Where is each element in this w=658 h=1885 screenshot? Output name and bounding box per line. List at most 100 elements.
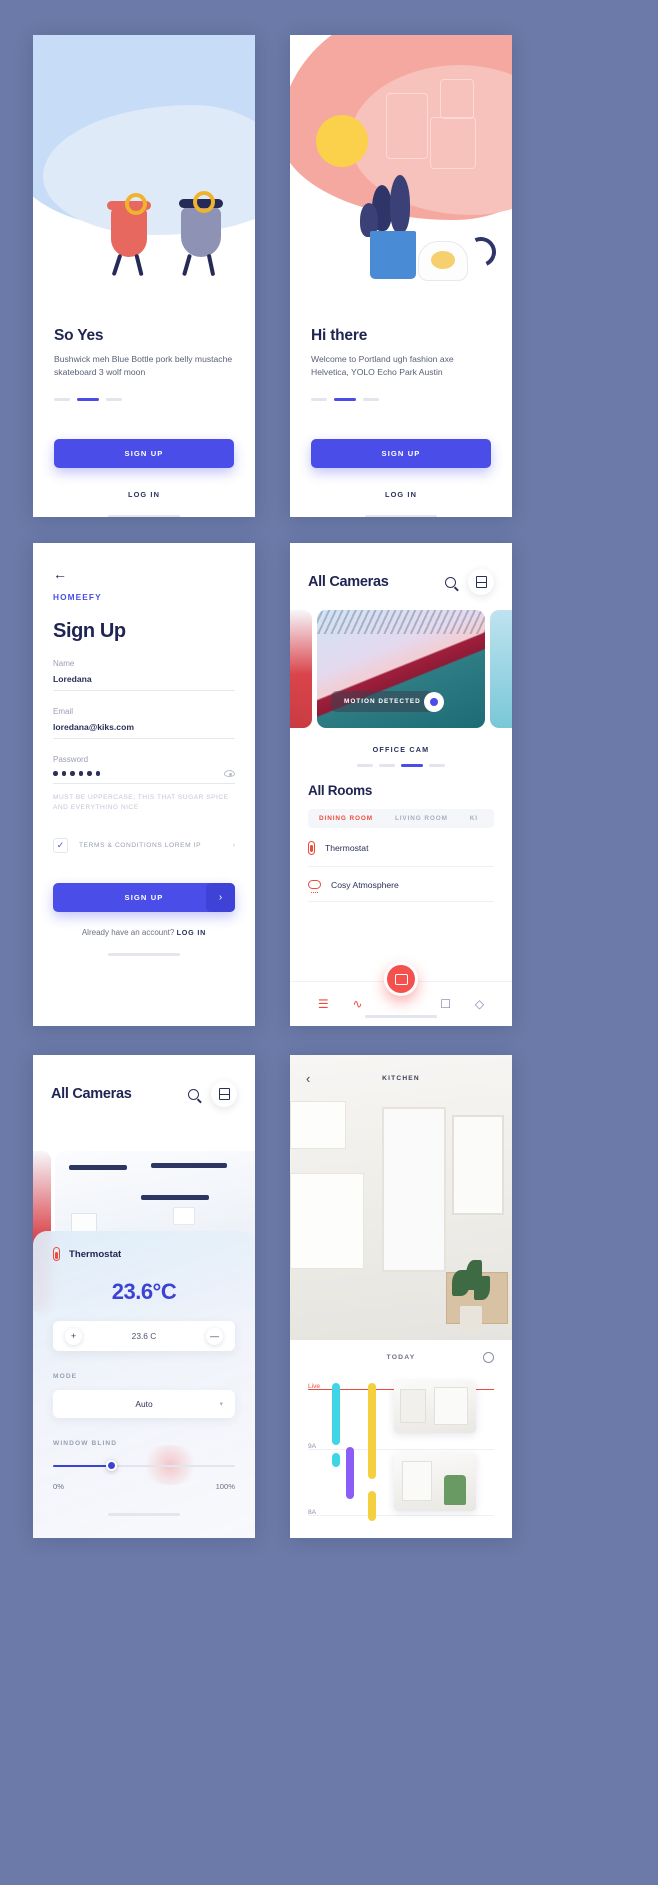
field-underline (53, 690, 235, 691)
camera-fab-icon[interactable] (384, 962, 418, 996)
cup-leg (182, 253, 192, 277)
login-link[interactable]: LOG IN (311, 490, 491, 499)
thermostat-header: All Cameras (33, 1055, 255, 1107)
timeline-bar[interactable] (332, 1383, 340, 1445)
pagination-dots[interactable] (311, 398, 491, 401)
brand-label: HOMEEFY (53, 592, 102, 602)
outline-shape (386, 93, 428, 159)
room-tab-dining[interactable]: DINING ROOM (308, 815, 384, 822)
device-name: Thermostat (69, 1248, 122, 1260)
signup-button[interactable]: SIGN UP (54, 438, 234, 468)
plant-leaf (390, 175, 410, 233)
device-row-atmosphere[interactable]: Cosy Atmosphere (308, 867, 494, 902)
cube-icon[interactable] (211, 1081, 237, 1107)
timeline-header: TODAY (290, 1340, 512, 1363)
blind-max: 100% (215, 1482, 235, 1491)
timeline-thumbnail[interactable] (394, 1381, 476, 1433)
email-field[interactable]: Email loredana@kiks.com (53, 707, 235, 739)
camera-card-next[interactable] (490, 610, 512, 728)
slider-range: 0% 100% (53, 1482, 235, 1491)
kitchen-photo: ‹ KITCHEN (290, 1055, 512, 1340)
cloud-icon (308, 880, 321, 893)
email-input[interactable]: loredana@kiks.com (53, 722, 134, 732)
dot-active[interactable] (401, 764, 423, 767)
dot[interactable] (311, 398, 327, 401)
dot[interactable] (54, 398, 70, 401)
chevron-right-icon[interactable]: › (233, 842, 235, 849)
chevron-down-icon[interactable]: ▾ (219, 1400, 223, 1408)
inbox-icon[interactable]: ☐ (440, 997, 451, 1011)
search-icon[interactable] (188, 1088, 199, 1100)
timeline-tick-9a: 9A (308, 1443, 317, 1450)
login-link[interactable]: LOG IN (54, 490, 234, 499)
sliders-icon[interactable]: ☰ (318, 997, 329, 1011)
home-indicator (365, 1015, 437, 1018)
timeline-body[interactable]: Live 9A 8A (290, 1375, 512, 1538)
screen-kitchen-timeline: ‹ KITCHEN TODAY Live 9A 8A (290, 1055, 512, 1538)
page-title: All Cameras (308, 574, 389, 590)
page-title: All Cameras (51, 1086, 132, 1102)
signup-button[interactable]: SIGN UP (311, 438, 491, 468)
temperature-stepper[interactable]: + 23.6 C — (53, 1321, 235, 1351)
dot[interactable] (379, 764, 395, 767)
rooms-title: All Rooms (308, 782, 373, 798)
room-tabs[interactable]: DINING ROOM LIVING ROOM KI (308, 808, 494, 828)
sun-icon (316, 115, 368, 167)
dot[interactable] (357, 764, 373, 767)
cup-grey-handle (193, 191, 215, 213)
camera-pagination[interactable] (290, 764, 512, 767)
dot[interactable] (429, 764, 445, 767)
name-input[interactable]: Loredana (53, 674, 92, 684)
device-row-thermostat[interactable]: Thermostat (308, 828, 494, 867)
room-tab-living[interactable]: LIVING ROOM (384, 815, 459, 822)
timeline-bar[interactable] (346, 1447, 354, 1499)
password-field[interactable]: Password (53, 755, 235, 784)
name-label: Name (53, 659, 75, 668)
timeline-bar[interactable] (368, 1491, 376, 1521)
cup-leg (111, 253, 123, 277)
login-link[interactable]: LOG IN (177, 928, 207, 937)
timeline-bar[interactable] (332, 1453, 340, 1467)
motion-badge-label: MOTION DETECTED (344, 698, 421, 705)
screens-board: So Yes Bushwick meh Blue Bottle pork bel… (0, 0, 658, 1885)
screen-thermostat: All Cameras Thermostat 23.6°C + 23.6 C —… (33, 1055, 255, 1538)
onboarding-copy: Hi there Welcome to Portland ugh fashion… (290, 305, 512, 401)
onboarding-illustration-cups (33, 35, 255, 305)
onboarding-actions: SIGN UP LOG IN (290, 438, 512, 517)
dot-active[interactable] (334, 398, 356, 401)
signup-arrow-button[interactable]: › (206, 883, 235, 912)
gear-icon[interactable] (483, 1352, 494, 1363)
cube-icon[interactable] (468, 569, 494, 595)
mode-value: Auto (135, 1399, 153, 1409)
dot-active[interactable] (77, 398, 99, 401)
terms-row[interactable]: ✓ TERMS & CONDITIONS LOREM IP › (53, 838, 235, 853)
home-indicator (108, 953, 180, 956)
timeline-bar[interactable] (368, 1383, 376, 1479)
name-field[interactable]: Name Loredana (53, 659, 235, 691)
header-icons (188, 1081, 237, 1107)
slider-knob[interactable] (106, 1460, 118, 1471)
camera-card-active[interactable]: MOTION DETECTED (317, 610, 485, 728)
cup-leg (206, 253, 216, 277)
eye-icon[interactable] (224, 770, 235, 777)
pagination-dots[interactable] (54, 398, 234, 401)
dot[interactable] (363, 398, 379, 401)
search-icon[interactable] (445, 576, 456, 588)
password-input[interactable] (53, 771, 100, 776)
camera-card-prev[interactable] (290, 610, 312, 728)
activity-icon[interactable]: ∿ (353, 997, 363, 1011)
dot[interactable] (106, 398, 122, 401)
back-arrow-icon[interactable]: ← (53, 567, 235, 581)
timeline-thumbnail[interactable] (394, 1453, 476, 1511)
terms-checkbox[interactable]: ✓ (53, 838, 68, 853)
camera-carousel[interactable]: MOTION DETECTED (290, 610, 512, 728)
decrease-button[interactable]: — (206, 1327, 223, 1345)
camera-name: OFFICE CAM (372, 745, 430, 754)
room-tab-kitchen[interactable]: KI (459, 815, 489, 822)
increase-button[interactable]: + (65, 1327, 82, 1345)
blind-slider[interactable] (53, 1445, 235, 1485)
mode-select[interactable]: Auto ▾ (53, 1390, 235, 1418)
back-chevron-icon[interactable]: ‹ (306, 1071, 310, 1086)
cat-face (431, 251, 455, 269)
layers-icon[interactable]: ◇ (475, 997, 484, 1011)
